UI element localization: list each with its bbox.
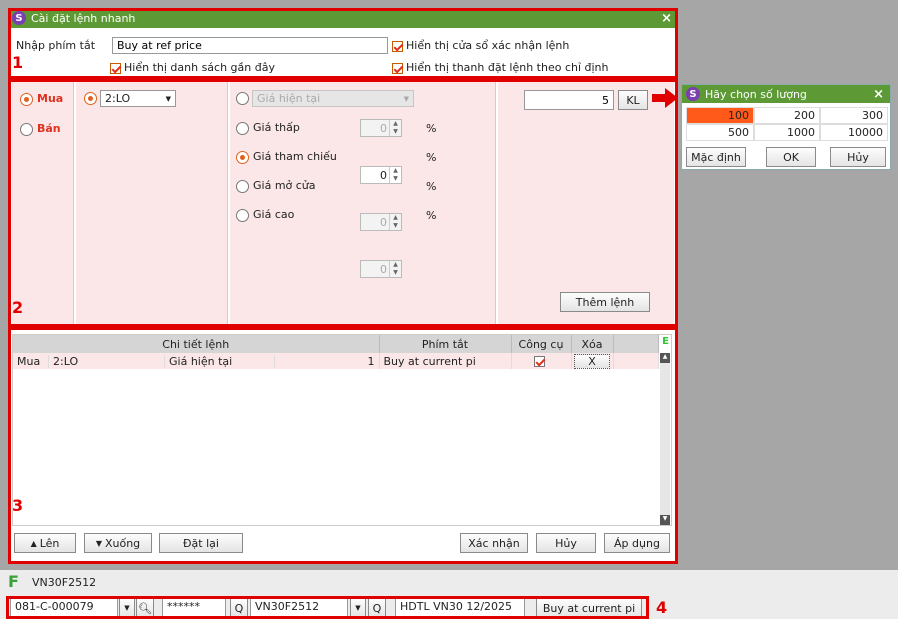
annotation-label-2: 2	[12, 298, 24, 317]
qty-option[interactable]: 300	[820, 107, 888, 124]
qty-option[interactable]: 500	[686, 124, 754, 141]
quantity-grid: 100 200 300 500 1000 10000	[686, 107, 888, 141]
annotation-box-1	[8, 8, 678, 79]
annotation-box-4	[6, 596, 649, 619]
popup-title: Hãy chọn số lượng	[705, 87, 807, 101]
bottom-tab-bar: F VN30F2512	[0, 570, 898, 594]
qty-option[interactable]: 100	[686, 107, 754, 124]
annotation-box-3	[8, 327, 678, 564]
app-logo-icon: S	[686, 87, 700, 101]
qty-option[interactable]: 1000	[754, 124, 820, 141]
futures-tab-icon: F	[8, 572, 19, 591]
arrow-right-icon	[652, 88, 678, 108]
popup-titlebar: S Hãy chọn số lượng ×	[682, 85, 890, 103]
annotation-label-1: 1	[12, 53, 24, 72]
annotation-label-4: 4	[656, 598, 668, 617]
quantity-popup: S Hãy chọn số lượng × 100 200 300 500 10…	[681, 84, 891, 170]
qty-option[interactable]: 10000	[820, 124, 888, 141]
popup-default-button[interactable]: Mặc định	[686, 147, 746, 167]
popup-ok-button[interactable]: OK	[766, 147, 816, 167]
annotation-label-3: 3	[12, 496, 24, 515]
futures-tab-label[interactable]: VN30F2512	[32, 576, 96, 589]
qty-option[interactable]: 200	[754, 107, 820, 124]
close-icon[interactable]: ×	[873, 87, 884, 102]
annotation-box-2	[8, 79, 678, 327]
popup-cancel-button[interactable]: Hủy	[830, 147, 886, 167]
